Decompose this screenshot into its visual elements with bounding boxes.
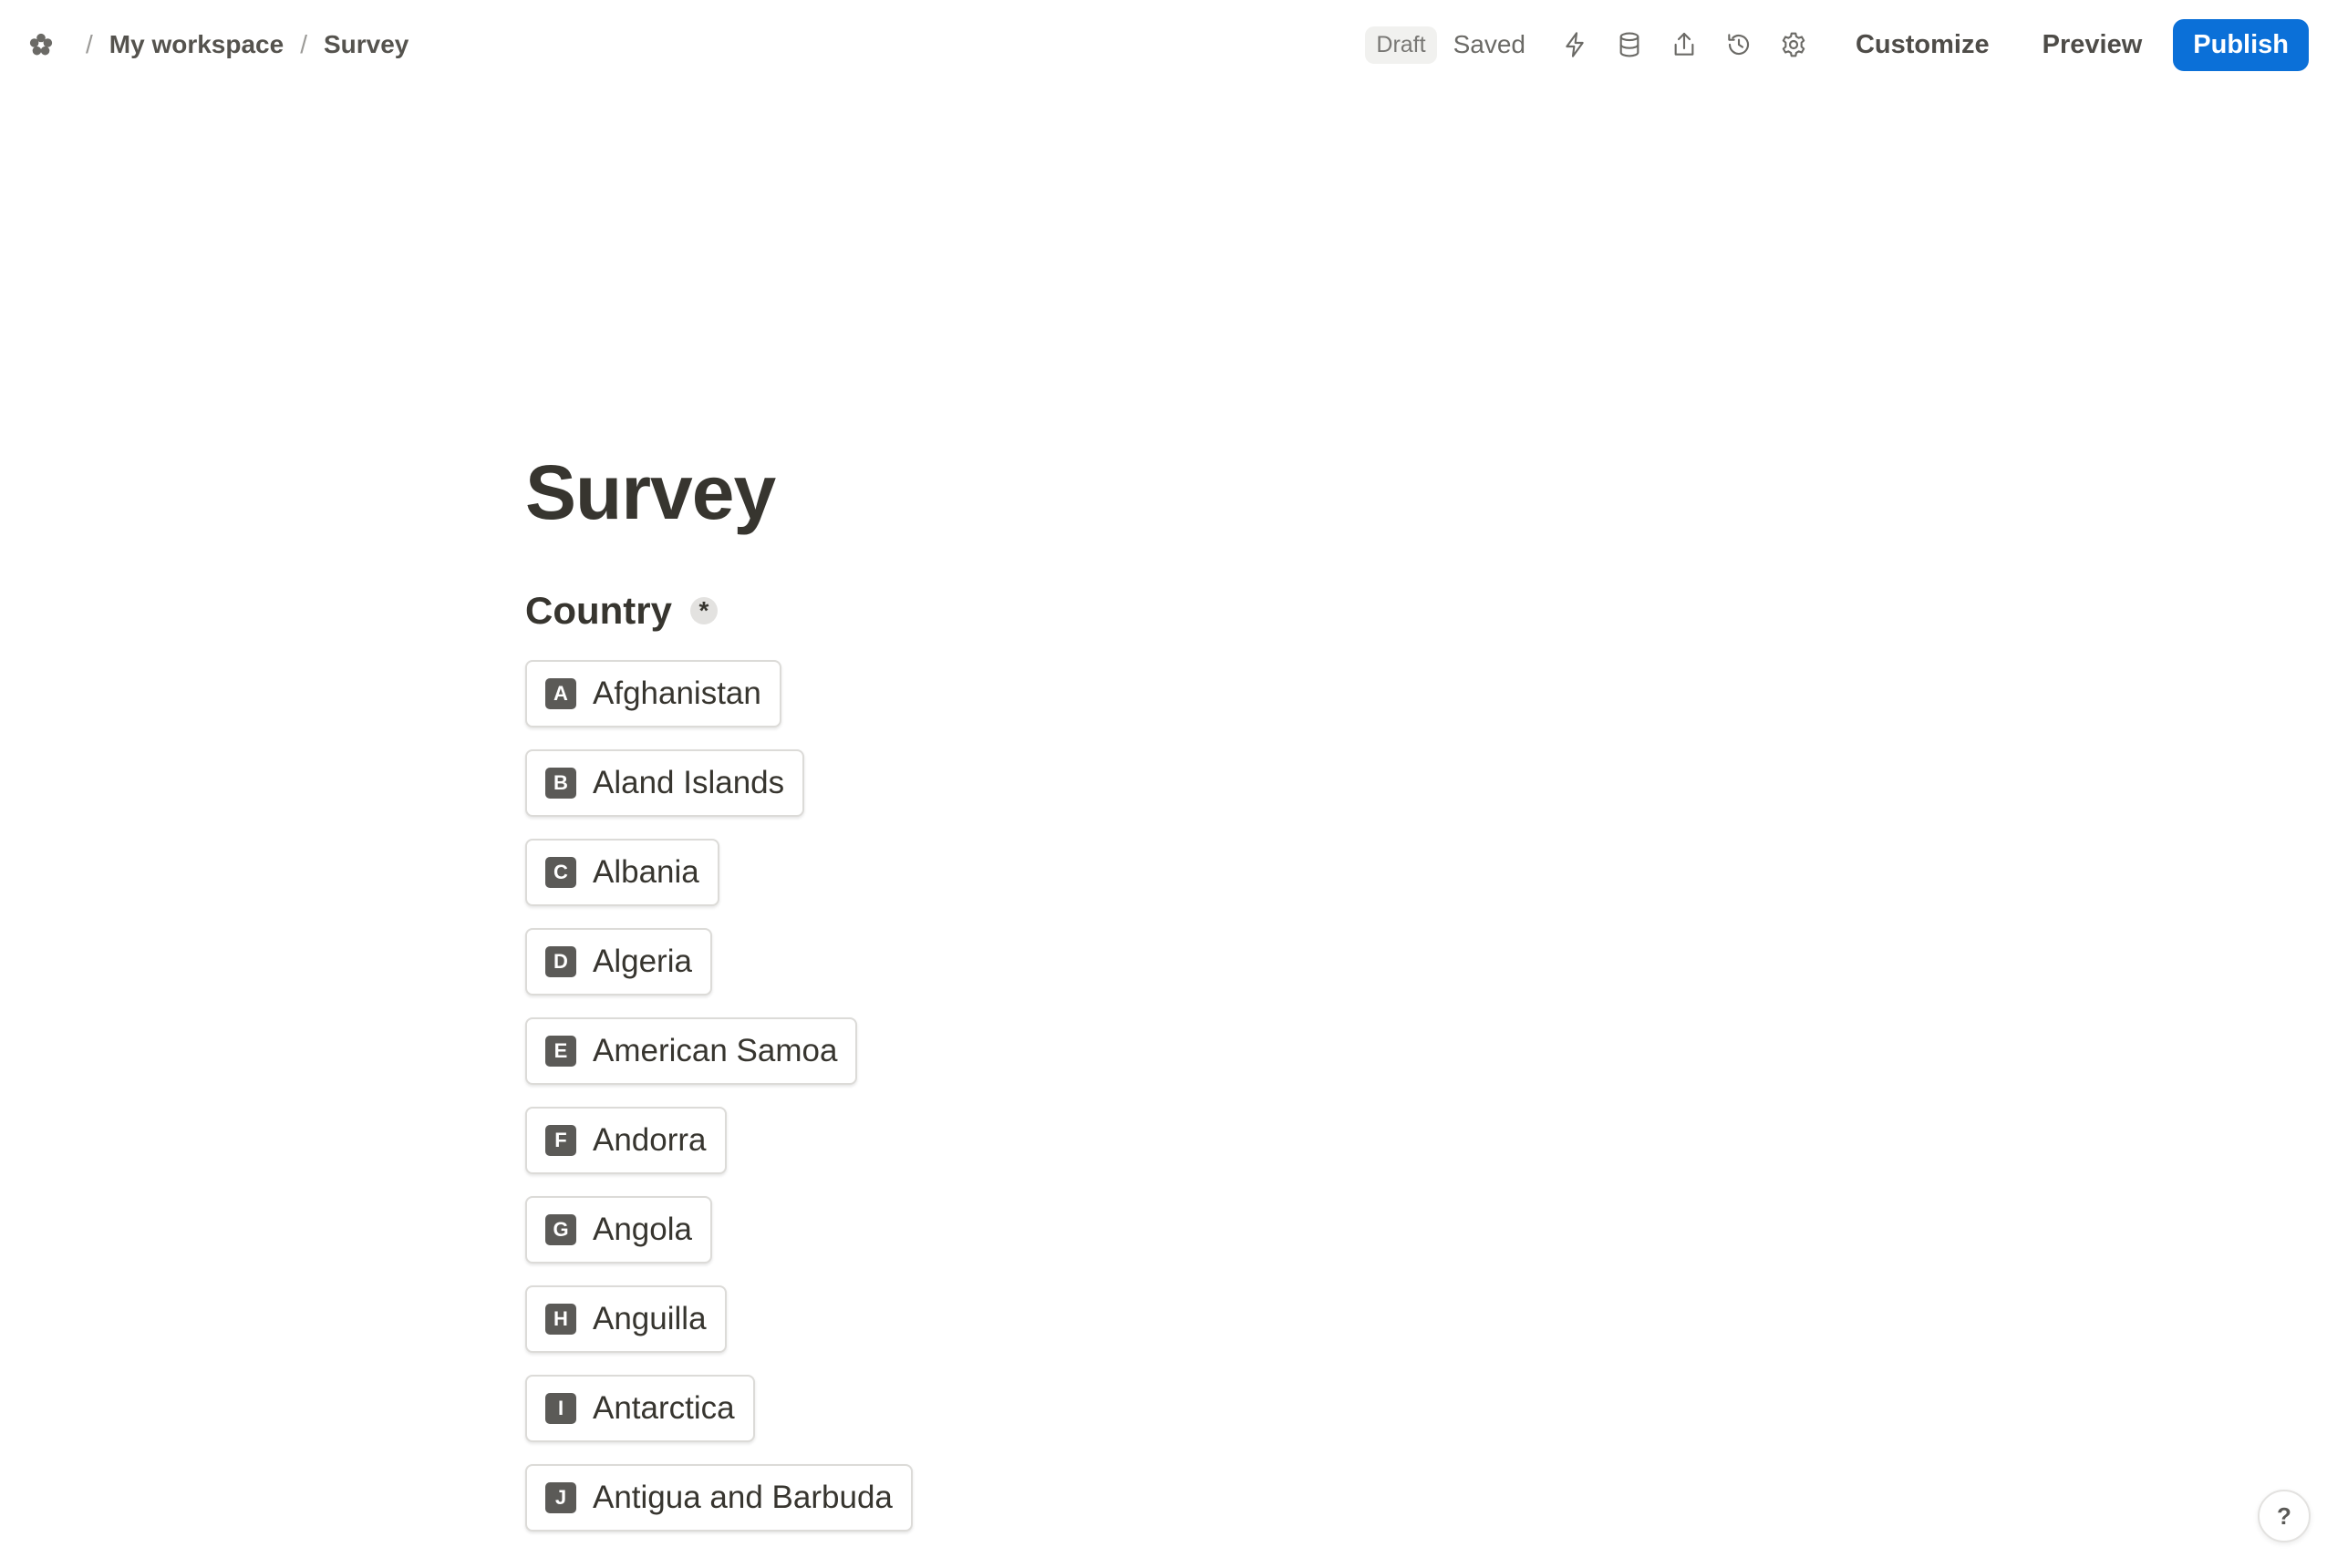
option-button[interactable]: G Angola: [525, 1196, 712, 1264]
lightning-icon[interactable]: [1547, 17, 1602, 72]
option-key: C: [545, 857, 576, 888]
option-button[interactable]: I Antarctica: [525, 1375, 755, 1442]
option-label: Antarctica: [593, 1390, 735, 1426]
gear-icon[interactable]: [1766, 17, 1821, 72]
option-key: J: [545, 1482, 576, 1513]
share-icon[interactable]: [1657, 17, 1712, 72]
preview-button[interactable]: Preview: [2024, 19, 2161, 71]
option-key: A: [545, 678, 576, 709]
option-key: I: [545, 1393, 576, 1424]
history-icon[interactable]: [1712, 17, 1766, 72]
draft-status-badge: Draft: [1365, 26, 1437, 64]
database-icon[interactable]: [1602, 17, 1657, 72]
option-key: F: [545, 1125, 576, 1156]
help-button[interactable]: ?: [2258, 1490, 2311, 1542]
form-content: Survey Country * A Afghanistan B Aland I…: [525, 438, 913, 1553]
option-label: Afghanistan: [593, 676, 761, 711]
breadcrumb-separator: /: [86, 30, 93, 58]
breadcrumb-separator: /: [300, 30, 307, 58]
option-label: Antigua and Barbuda: [593, 1480, 893, 1515]
breadcrumb-workspace[interactable]: My workspace: [109, 30, 284, 59]
option-label: Anguilla: [593, 1301, 707, 1336]
option-button[interactable]: J Antigua and Barbuda: [525, 1464, 913, 1532]
required-badge: *: [690, 597, 718, 624]
publish-button[interactable]: Publish: [2173, 18, 2309, 71]
breadcrumb: / My workspace / Survey: [26, 29, 409, 60]
option-key: E: [545, 1036, 576, 1067]
option-label: Angola: [593, 1212, 692, 1247]
toolbar: Draft Saved Customize Preview Publish: [1365, 17, 2309, 72]
option-label: American Samoa: [593, 1033, 838, 1068]
question-header: Country *: [525, 583, 913, 638]
option-button[interactable]: E American Samoa: [525, 1017, 858, 1085]
option-list: A Afghanistan B Aland Islands C Albania …: [525, 660, 913, 1553]
option-button[interactable]: B Aland Islands: [525, 749, 805, 817]
option-label: Algeria: [593, 944, 692, 979]
breadcrumb-survey[interactable]: Survey: [324, 30, 409, 59]
option-key: G: [545, 1214, 576, 1245]
top-bar: / My workspace / Survey Draft Saved Cust…: [0, 0, 2327, 89]
option-button[interactable]: H Anguilla: [525, 1285, 727, 1353]
option-key: B: [545, 768, 576, 799]
option-key: D: [545, 946, 576, 977]
option-label: Albania: [593, 854, 699, 890]
option-button[interactable]: D Algeria: [525, 928, 712, 995]
option-label: Aland Islands: [593, 765, 785, 800]
page-title: Survey: [525, 449, 776, 535]
flower-logo-icon[interactable]: [26, 29, 57, 60]
option-button[interactable]: F Andorra: [525, 1107, 727, 1174]
option-key: H: [545, 1304, 576, 1335]
question-label: Country: [525, 589, 672, 632]
customize-button[interactable]: Customize: [1837, 19, 2008, 71]
option-button[interactable]: C Albania: [525, 839, 719, 906]
option-button[interactable]: A Afghanistan: [525, 660, 781, 727]
option-label: Andorra: [593, 1122, 707, 1158]
saved-status: Saved: [1453, 30, 1525, 58]
